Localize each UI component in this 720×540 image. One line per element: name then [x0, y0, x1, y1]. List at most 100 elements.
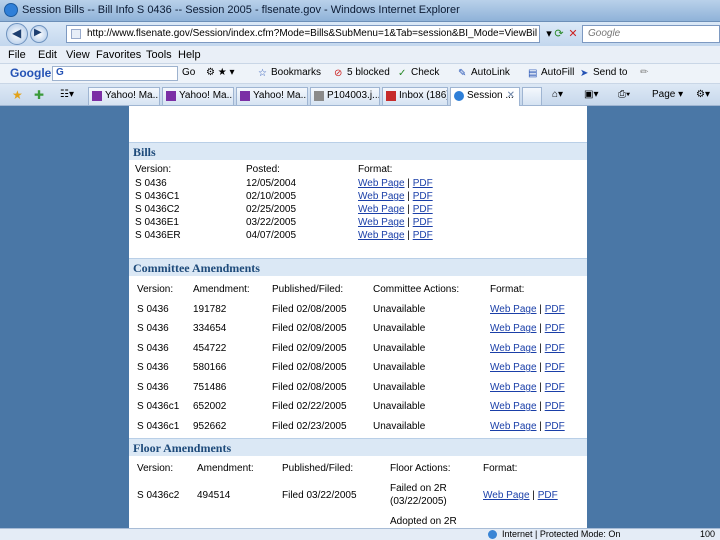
tab-inbox[interactable]: Inbox (186)...: [382, 87, 448, 105]
yahoo-tab-icon: [92, 91, 102, 101]
web-page-link[interactable]: Web Page: [490, 382, 537, 393]
block-icon: ⊘: [334, 68, 343, 79]
forward-button[interactable]: ▶: [30, 25, 48, 43]
back-button[interactable]: ◀: [6, 23, 28, 45]
menu-bar: File Edit View Favorites Tools Help: [0, 46, 720, 64]
web-page-link[interactable]: Web Page: [358, 230, 405, 241]
add-favorites-icon[interactable]: ✚: [34, 88, 44, 102]
bookmarks-button[interactable]: ☆ Bookmarks: [258, 67, 321, 79]
autofill-button[interactable]: ▤ AutoFill: [528, 67, 575, 79]
committee-col-published: Published/Filed:: [272, 284, 344, 295]
forward-arrow-icon: ▶: [34, 27, 42, 38]
web-page-link[interactable]: Web Page: [490, 401, 537, 412]
web-page-link[interactable]: Web Page: [358, 204, 405, 215]
menu-edit[interactable]: Edit: [38, 49, 57, 61]
google-search-input[interactable]: G: [52, 66, 178, 81]
send-to-button[interactable]: ➤ Send to: [580, 67, 627, 79]
pdf-link[interactable]: PDF: [545, 343, 565, 354]
web-page-link[interactable]: Web Page: [490, 362, 537, 373]
committee-col-version: Version:: [137, 284, 174, 295]
amend-format: Web Page | PDF: [490, 304, 565, 315]
web-page-link[interactable]: Web Page: [490, 421, 537, 432]
search-placeholder: Google: [588, 28, 621, 39]
floor-col-version: Version:: [137, 463, 174, 474]
image-tab-icon: [314, 91, 324, 101]
amend-action: Unavailable: [373, 343, 426, 354]
autofill-label: AutoFill: [541, 67, 575, 78]
url-input[interactable]: http://www.flsenate.gov/Session/index.cf…: [66, 25, 540, 43]
tab-yahoo-mail-3[interactable]: Yahoo! Ma...: [236, 87, 308, 105]
menu-favorites[interactable]: Favorites: [96, 49, 141, 61]
spell-check-button[interactable]: ✓ Check: [398, 67, 439, 79]
address-bar: ◀ ▶ http://www.flsenate.gov/Session/inde…: [0, 22, 720, 46]
amend-filed: Filed 02/08/2005: [272, 304, 347, 315]
pdf-link[interactable]: PDF: [413, 217, 433, 228]
tools-menu-icon[interactable]: ⚙▾: [696, 89, 710, 100]
print-icon[interactable]: ⎙▾: [618, 89, 630, 100]
pdf-link[interactable]: PDF: [538, 490, 558, 501]
pdf-link[interactable]: PDF: [545, 362, 565, 373]
amend-action: Unavailable: [373, 304, 426, 315]
amend-number: 652002: [193, 401, 227, 412]
committee-heading: Committee Amendments: [133, 261, 260, 275]
web-page-link[interactable]: Web Page: [358, 217, 405, 228]
tab-label: Yahoo! Ma...: [253, 90, 308, 101]
url-text: http://www.flsenate.gov/Session/index.cf…: [87, 28, 537, 39]
tab-yahoo-mail-1[interactable]: Yahoo! Ma...: [88, 87, 160, 105]
tab-session-active[interactable]: Session ... ✕: [450, 87, 520, 106]
pdf-link[interactable]: PDF: [413, 230, 433, 241]
stop-icon[interactable]: ✕: [566, 27, 580, 41]
popup-blocked-button[interactable]: ⊘ 5 blocked: [334, 67, 390, 79]
amend-format: Web Page | PDF: [490, 343, 565, 354]
web-page-link[interactable]: Web Page: [358, 191, 405, 202]
new-tab-button[interactable]: [522, 87, 542, 105]
autolink-label: AutoLink: [471, 67, 510, 78]
pdf-link[interactable]: PDF: [545, 421, 565, 432]
web-page-link[interactable]: Web Page: [490, 323, 537, 334]
menu-view[interactable]: View: [66, 49, 90, 61]
home-icon[interactable]: ⌂▾: [552, 89, 563, 100]
web-page-link[interactable]: Web Page: [490, 343, 537, 354]
pdf-link[interactable]: PDF: [545, 401, 565, 412]
zoom-level[interactable]: 100: [700, 529, 715, 539]
pdf-link[interactable]: PDF: [413, 191, 433, 202]
amend-format: Web Page | PDF: [490, 382, 565, 393]
google-go-button[interactable]: Go: [182, 67, 195, 78]
bill-version: S 0436ER: [135, 230, 181, 241]
feeds-icon[interactable]: ▣▾: [584, 89, 598, 100]
page-menu[interactable]: Page ▾: [652, 89, 683, 100]
quick-tabs-icon[interactable]: ☷▾: [60, 89, 74, 100]
pdf-link[interactable]: PDF: [545, 382, 565, 393]
page-icon: [71, 29, 81, 39]
autolink-button[interactable]: ✎ AutoLink: [458, 67, 510, 79]
favorites-star-icon[interactable]: ★: [12, 88, 23, 102]
pdf-link[interactable]: PDF: [545, 304, 565, 315]
pdf-link[interactable]: PDF: [545, 323, 565, 334]
amend-number: 191782: [193, 304, 227, 315]
menu-file[interactable]: File: [8, 49, 26, 61]
web-page-link[interactable]: Web Page: [483, 490, 530, 501]
search-input[interactable]: Google: [582, 25, 720, 43]
pencil-icon[interactable]: ✏: [640, 67, 648, 78]
menu-help[interactable]: Help: [178, 49, 201, 61]
send-icon: ➤: [580, 68, 589, 79]
amend-version: S 0436: [137, 362, 169, 373]
google-options-icon[interactable]: ⚙ ★ ▾: [206, 67, 235, 78]
web-page-link[interactable]: Web Page: [490, 304, 537, 315]
status-bar: Internet | Protected Mode: On 100: [0, 528, 720, 540]
close-tab-icon[interactable]: ✕: [507, 90, 515, 101]
menu-tools[interactable]: Tools: [146, 49, 172, 61]
amend-format: Web Page | PDF: [490, 323, 565, 334]
tab-yahoo-mail-2[interactable]: Yahoo! Ma...: [162, 87, 234, 105]
browser-viewport: Bills Version: Posted: Format: S 0436 12…: [0, 106, 720, 528]
web-page-link[interactable]: Web Page: [358, 178, 405, 189]
amend-filed: Filed 02/23/2005: [272, 421, 347, 432]
pdf-link[interactable]: PDF: [413, 178, 433, 189]
pdf-link[interactable]: PDF: [413, 204, 433, 215]
security-zone-label[interactable]: Internet | Protected Mode: On: [502, 529, 620, 539]
floor-action-line1: Failed on 2R: [390, 483, 447, 494]
bill-format: Web Page | PDF: [358, 178, 433, 189]
tab-image[interactable]: P104003.j...: [310, 87, 380, 105]
bill-format: Web Page | PDF: [358, 204, 433, 215]
refresh-icon[interactable]: ⟳: [552, 27, 566, 41]
